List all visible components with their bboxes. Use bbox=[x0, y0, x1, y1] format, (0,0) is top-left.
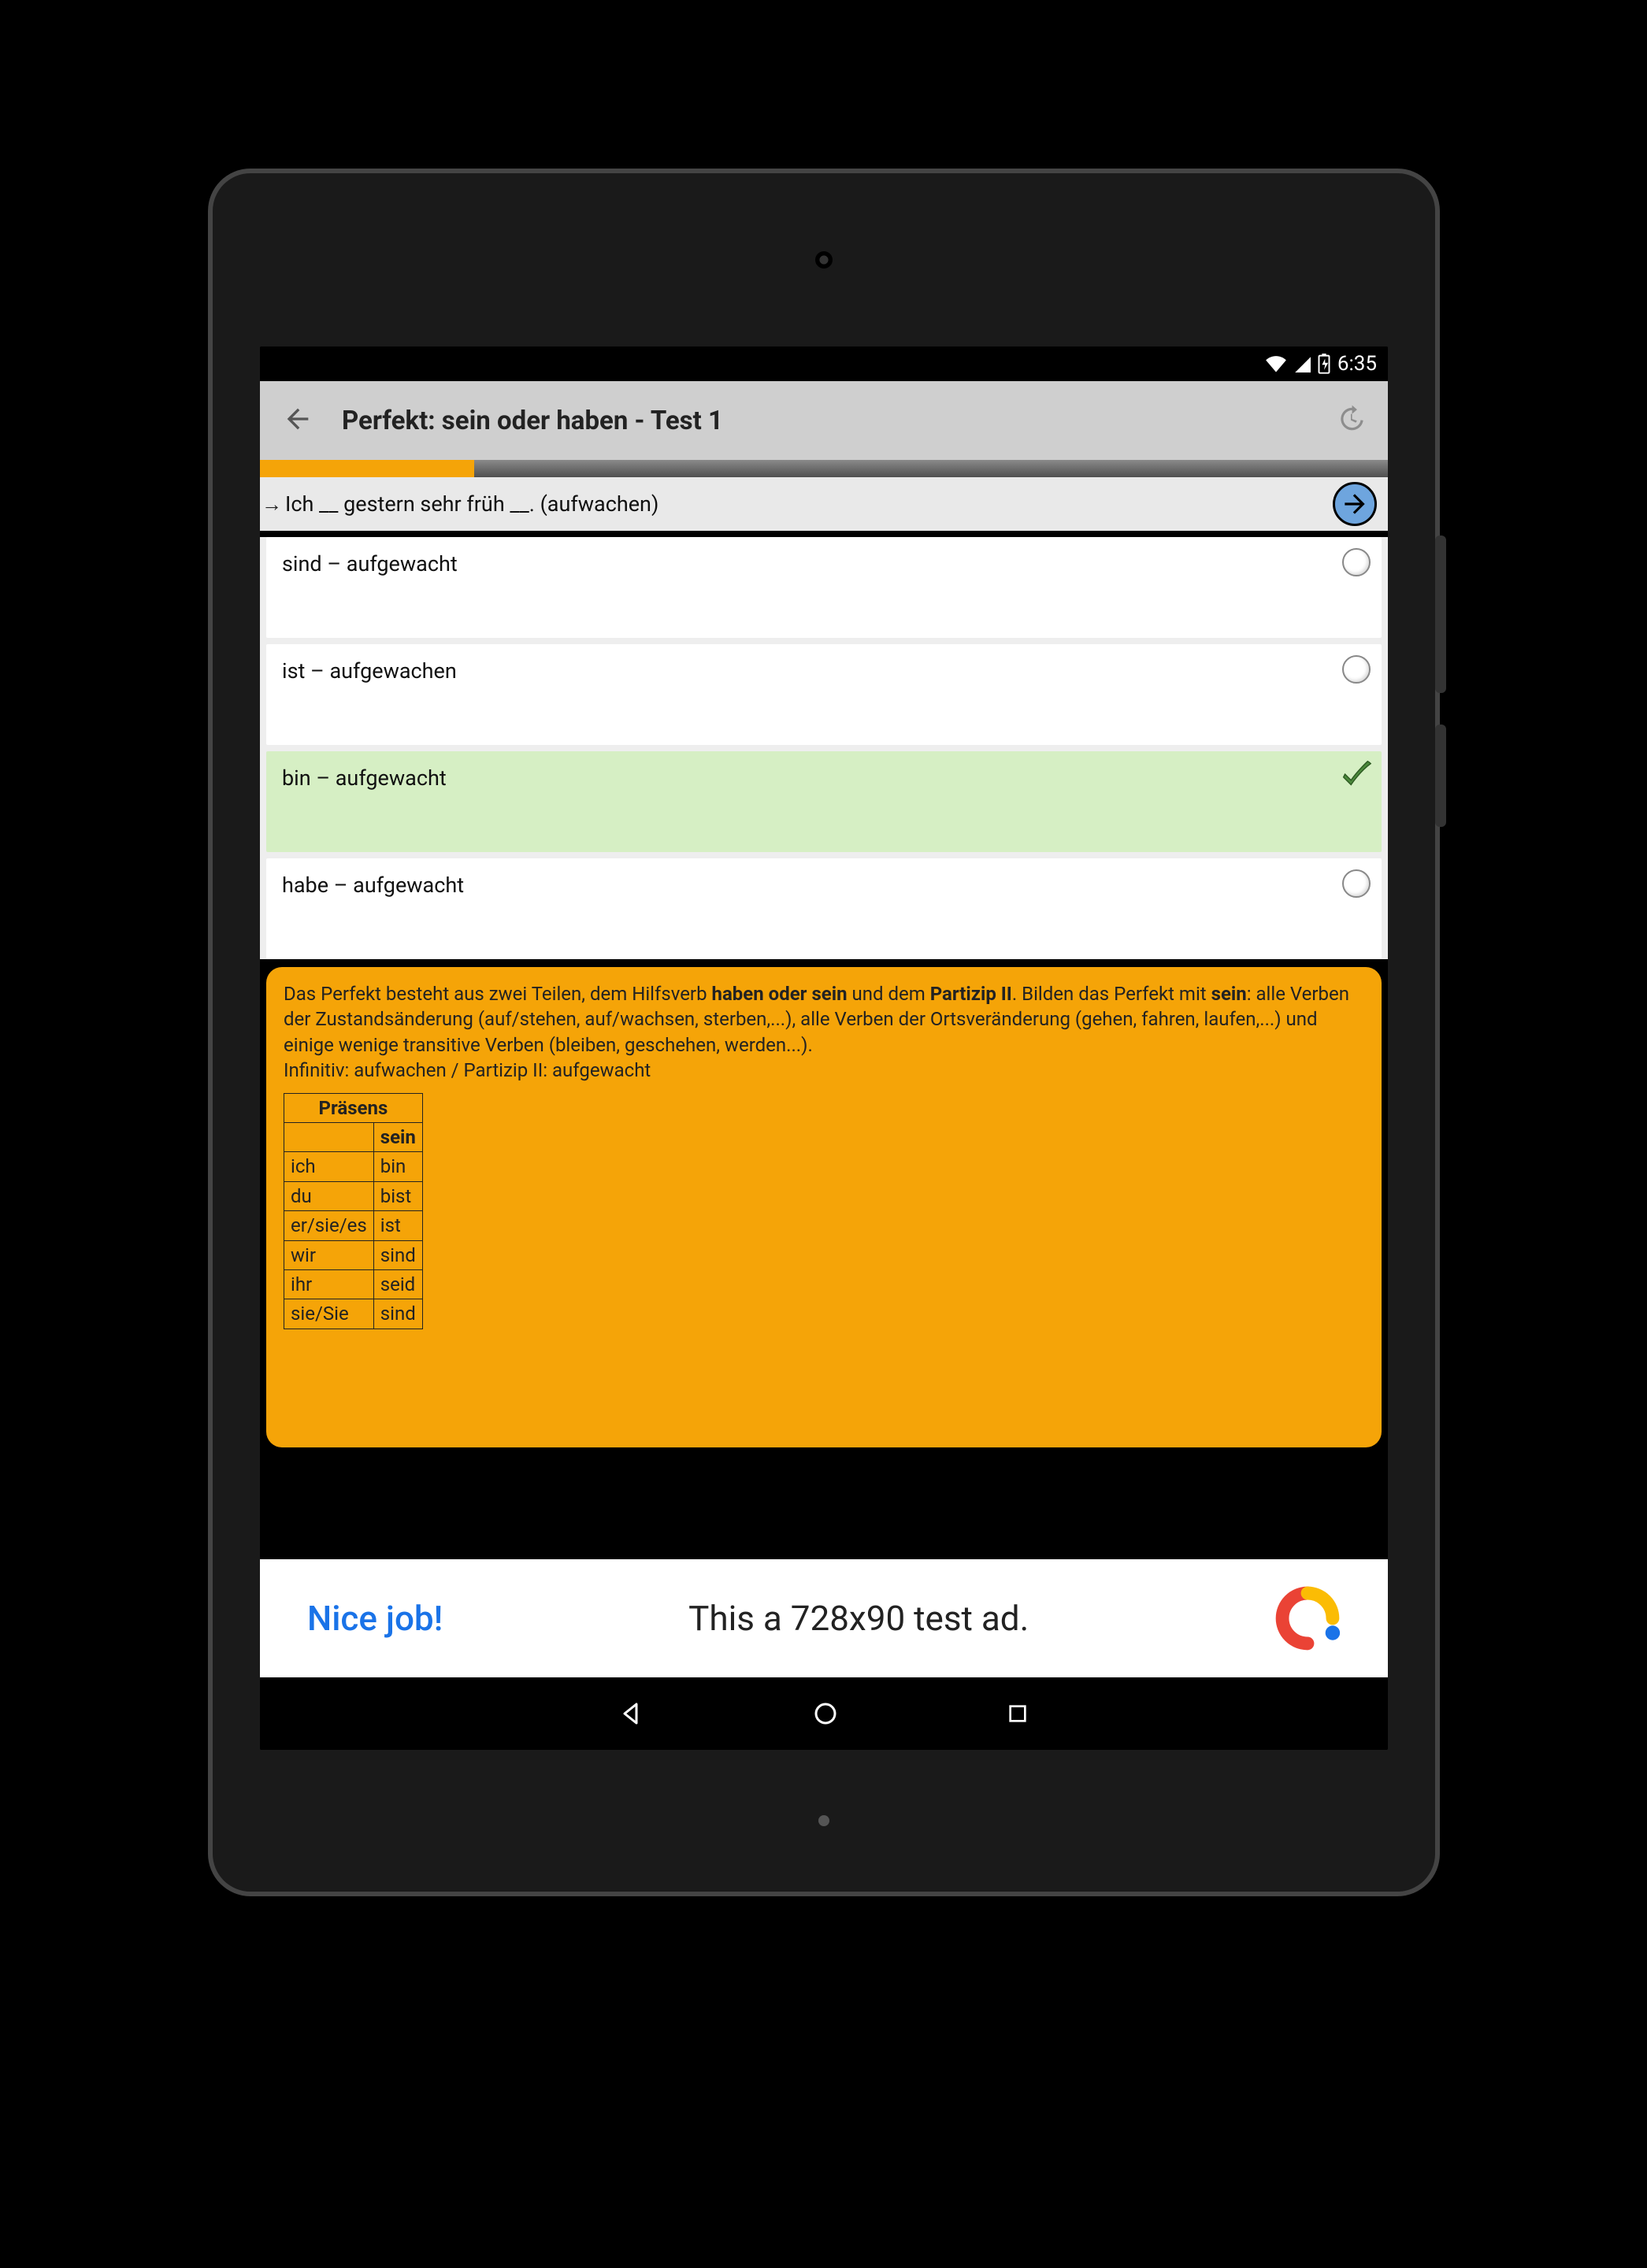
explanation-text: Das Perfekt besteht aus zwei Teilen, dem… bbox=[284, 981, 1364, 1058]
front-camera bbox=[815, 251, 833, 269]
tablet-frame: 6:35 Perfekt: sein oder haben - Test 1 →… bbox=[213, 173, 1435, 1892]
progress-bar bbox=[260, 460, 1388, 477]
ad-nice-text: Nice job! bbox=[307, 1598, 443, 1639]
explanation-infinitive: Infinitiv: aufwachen / Partizip II: aufg… bbox=[284, 1058, 1364, 1083]
home-indicator bbox=[818, 1815, 829, 1826]
bezel-bottom bbox=[213, 1750, 1435, 1892]
table-row: ichbin bbox=[284, 1152, 423, 1181]
answer-label: ist – aufgewachen bbox=[282, 658, 457, 684]
table-row: ihrseid bbox=[284, 1269, 423, 1299]
hw-volume[interactable] bbox=[1435, 536, 1446, 693]
nav-back-icon[interactable] bbox=[618, 1699, 646, 1728]
answer-label: sind – aufgewacht bbox=[282, 551, 458, 576]
conjugation-table: Präsens sein ichbin dubist er/sie/esist … bbox=[284, 1093, 423, 1329]
screen: 6:35 Perfekt: sein oder haben - Test 1 →… bbox=[260, 346, 1388, 1750]
table-row: sie/Siesind bbox=[284, 1299, 423, 1329]
back-icon[interactable] bbox=[282, 403, 313, 438]
explanation-card: Das Perfekt besteht aus zwei Teilen, dem… bbox=[266, 967, 1382, 1447]
app-toolbar: Perfekt: sein oder haben - Test 1 bbox=[260, 381, 1388, 460]
nav-home-icon[interactable] bbox=[811, 1699, 840, 1728]
radio-unchecked-icon bbox=[1342, 869, 1371, 898]
table-row: dubist bbox=[284, 1181, 423, 1210]
table-row: wirsind bbox=[284, 1240, 423, 1269]
status-bar: 6:35 bbox=[260, 346, 1388, 381]
page-title: Perfekt: sein oder haben - Test 1 bbox=[342, 406, 1308, 436]
status-time: 6:35 bbox=[1337, 352, 1377, 376]
table-row: er/sie/esist bbox=[284, 1211, 423, 1240]
radio-unchecked-icon bbox=[1342, 655, 1371, 684]
answer-option[interactable]: habe – aufgewacht bbox=[266, 858, 1382, 959]
battery-charging-icon bbox=[1317, 354, 1331, 374]
wifi-icon bbox=[1265, 355, 1287, 372]
android-navbar bbox=[260, 1677, 1388, 1750]
arrow-right-icon bbox=[1340, 489, 1370, 519]
nav-recent-icon[interactable] bbox=[1005, 1701, 1030, 1726]
question-row: → Ich __ gestern sehr früh __. (aufwache… bbox=[260, 477, 1388, 531]
answer-option[interactable]: sind – aufgewacht bbox=[266, 537, 1382, 638]
answer-option-correct[interactable]: bin – aufgewacht bbox=[266, 751, 1382, 852]
hw-power[interactable] bbox=[1435, 724, 1446, 827]
question-text: Ich __ gestern sehr früh __. (aufwachen) bbox=[285, 491, 1333, 517]
table-head: Präsens bbox=[284, 1093, 423, 1122]
next-button[interactable] bbox=[1333, 482, 1377, 526]
bezel-top bbox=[213, 173, 1435, 346]
ad-body-text: This a 728x90 test ad. bbox=[474, 1598, 1243, 1639]
checkmark-icon bbox=[1337, 758, 1374, 799]
table-subhead: sein bbox=[373, 1122, 422, 1151]
history-icon[interactable] bbox=[1336, 404, 1366, 437]
radio-unchecked-icon bbox=[1342, 548, 1371, 576]
ad-banner[interactable]: Nice job! This a 728x90 test ad. bbox=[260, 1559, 1388, 1677]
progress-fill bbox=[260, 460, 474, 477]
answers-list: sind – aufgewacht ist – aufgewachen bin … bbox=[260, 537, 1388, 959]
answer-label: bin – aufgewacht bbox=[282, 765, 447, 791]
answer-option[interactable]: ist – aufgewachen bbox=[266, 644, 1382, 745]
admob-logo-icon bbox=[1274, 1585, 1341, 1651]
question-arrow-icon: → bbox=[262, 492, 282, 517]
answer-label: habe – aufgewacht bbox=[282, 873, 464, 898]
signal-icon bbox=[1293, 355, 1311, 372]
